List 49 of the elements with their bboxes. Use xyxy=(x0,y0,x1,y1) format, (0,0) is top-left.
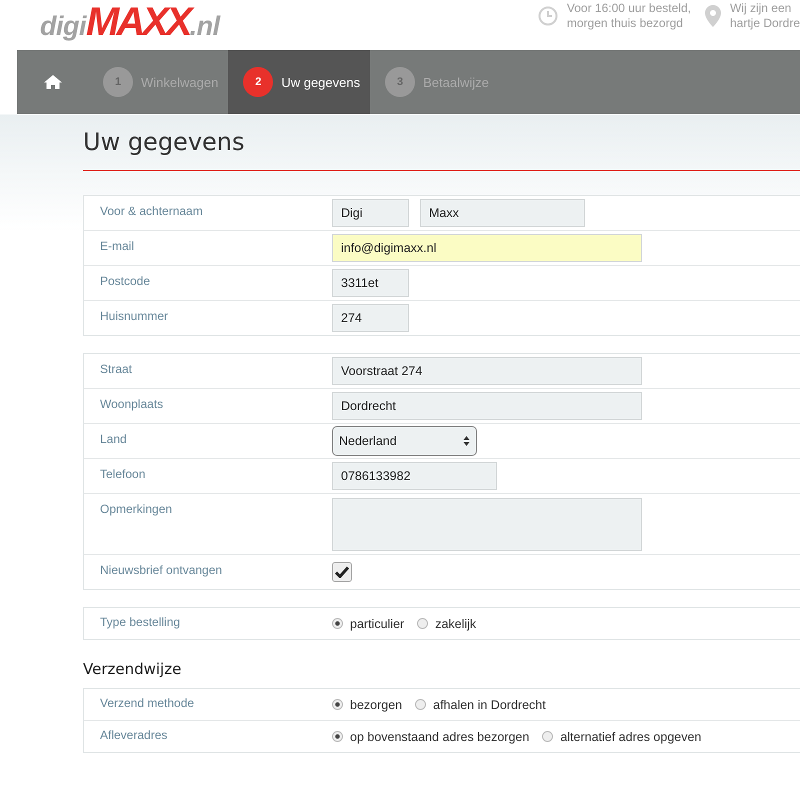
field-label: Type bestelling xyxy=(99,614,182,631)
option-label[interactable]: particulier xyxy=(350,616,404,630)
section-heading: Verzendwijze xyxy=(83,660,182,678)
field-label: Opmerkingen xyxy=(99,501,174,518)
field-label: E-mail xyxy=(99,238,136,255)
field-label: Woonplaats xyxy=(99,396,164,413)
radio-button[interactable] xyxy=(332,618,343,629)
radio-button[interactable] xyxy=(415,699,426,710)
field-label: Straat xyxy=(99,361,134,378)
field-label: Land xyxy=(99,431,128,448)
field-label: Nieuwsbrief ontvangen xyxy=(99,562,224,579)
field-label: Telefoon xyxy=(99,466,146,483)
radio-button[interactable] xyxy=(542,731,554,742)
logo[interactable]: digiMAXX.nl xyxy=(40,2,220,42)
updown-arrows-icon xyxy=(463,435,470,447)
input-field[interactable]: 0786133982 xyxy=(332,462,497,490)
location-pin-icon xyxy=(704,5,721,27)
step-label: Uw gegevens xyxy=(281,74,360,90)
input-field[interactable]: Voorstraat 274 xyxy=(332,357,642,385)
input-field[interactable]: 3311et xyxy=(332,269,409,297)
input-field[interactable]: 274 xyxy=(332,304,409,332)
checkbox[interactable] xyxy=(332,562,352,582)
delivery-info: Wij zijn een hartje Dordre xyxy=(730,1,800,31)
field-label: Huisnummer xyxy=(99,308,170,325)
input-field[interactable]: Digi xyxy=(332,199,409,227)
option-label[interactable]: bezorgen xyxy=(350,698,402,712)
comments-field[interactable] xyxy=(332,498,642,550)
step-number: 2 xyxy=(243,67,274,97)
checkmark-icon xyxy=(335,566,349,578)
country-dropdown[interactable]: Nederland xyxy=(332,426,477,456)
input-field[interactable]: info@digimaxx.nl xyxy=(332,234,642,262)
option-label[interactable]: zakelijk xyxy=(435,616,476,630)
option-label[interactable]: alternatief adres opgeven xyxy=(560,730,702,744)
option-label[interactable]: op bovenstaand adres bezorgen xyxy=(350,730,530,744)
delivery-info: Voor 16:00 uur besteld, morgen thuis bezorgd xyxy=(566,1,691,31)
radio-button[interactable] xyxy=(417,618,428,629)
step-tab[interactable]: 2 Uw gegevens xyxy=(228,50,370,114)
input-field[interactable]: Maxx xyxy=(420,199,585,227)
option-label[interactable]: afhalen in Dordrecht xyxy=(433,698,546,712)
page-title: Uw gegevens xyxy=(83,127,246,158)
field-label: Voor & achternaam xyxy=(99,203,204,220)
field-label: Verzend methode xyxy=(99,695,196,712)
radio-button[interactable] xyxy=(332,731,343,742)
radio-button[interactable] xyxy=(332,699,343,710)
clock-icon xyxy=(538,6,558,26)
home-icon xyxy=(44,74,62,90)
input-field[interactable]: Dordrecht xyxy=(332,392,642,420)
field-label: Afleveradres xyxy=(99,727,168,744)
field-label: Postcode xyxy=(99,273,152,290)
